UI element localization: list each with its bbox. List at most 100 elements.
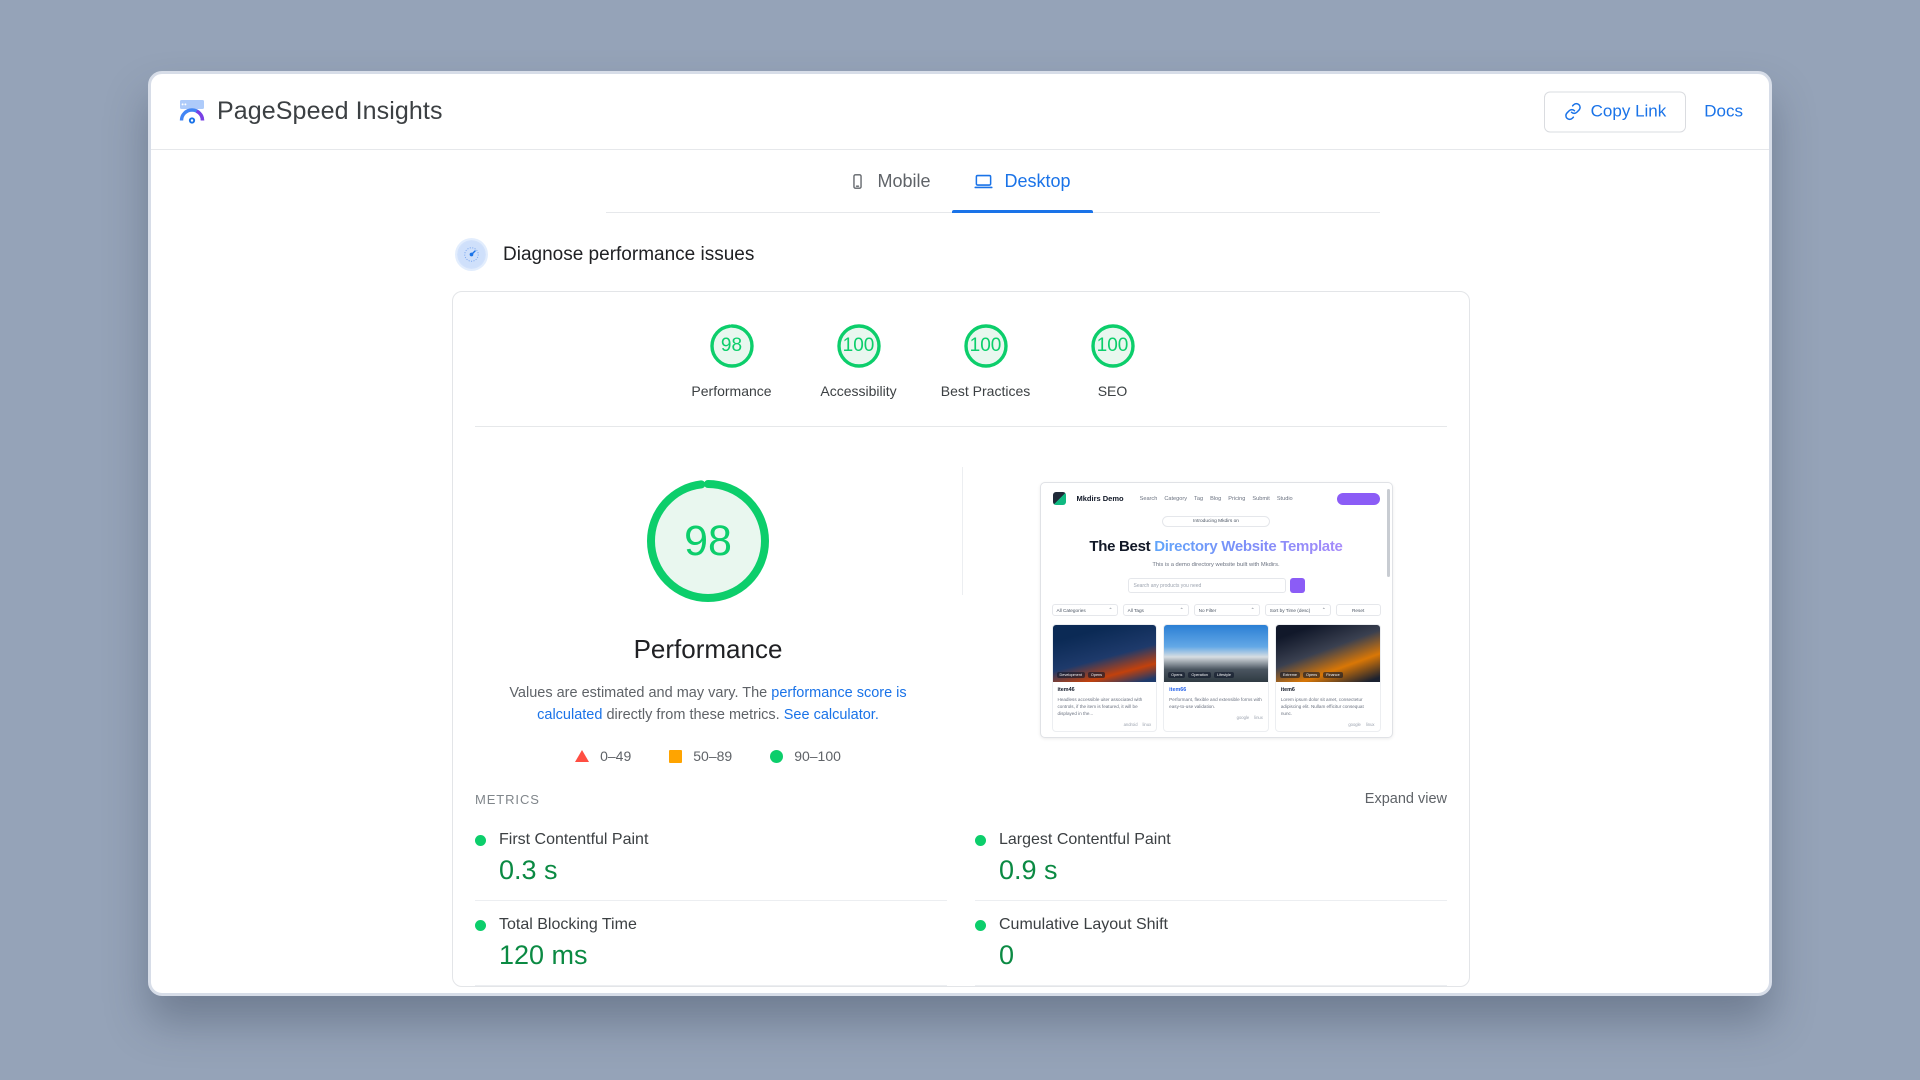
site-card-meta-item: google xyxy=(1236,715,1250,720)
performance-score-value: 98 xyxy=(684,516,732,565)
score-description: Values are estimated and may vary. The p… xyxy=(493,682,923,726)
main-score-column: 98 Performance Values are estimated and … xyxy=(453,473,963,764)
category-score-performance[interactable]: 98 Performance xyxy=(668,322,795,399)
site-nav-link: Tag xyxy=(1194,495,1204,502)
chevron-down-icon: ⌃ xyxy=(1108,607,1113,612)
gauge-label: Performance xyxy=(691,383,772,399)
status-dot-icon xyxy=(975,834,986,846)
copy-link-button[interactable]: Copy Link xyxy=(1543,91,1687,132)
chevron-down-icon: ⌃ xyxy=(1179,607,1184,612)
metrics-title: METRICS xyxy=(475,791,540,807)
site-brand: Mkdirs Demo xyxy=(1076,494,1124,503)
gauge-value: 100 xyxy=(969,335,1002,356)
status-dot-icon xyxy=(475,919,486,931)
site-card-chip: Extreme xyxy=(1279,672,1300,678)
performance-score-label: Performance xyxy=(633,634,783,664)
tab-desktop[interactable]: Desktop xyxy=(952,150,1093,213)
metric-value: 0 xyxy=(999,940,1015,970)
tab-desktop-label: Desktop xyxy=(1004,171,1071,191)
gauge-ring: 98 xyxy=(708,322,756,370)
gauge-label: Best Practices xyxy=(940,383,1031,399)
metric-name: Largest Contentful Paint xyxy=(999,831,1171,848)
site-card-title: item46 xyxy=(1057,687,1075,693)
category-scores-row: 98 Performance 100 Accessibility 100 Bes… xyxy=(453,292,1469,399)
site-reset-button: Reset xyxy=(1335,604,1381,616)
site-reset-label: Reset xyxy=(1352,607,1365,613)
site-card-meta: google linux xyxy=(1169,715,1263,720)
copy-link-label: Copy Link xyxy=(1590,101,1667,121)
metric-value: 120 ms xyxy=(499,940,588,970)
site-card-desc: Headless accessible uiter associated wit… xyxy=(1057,697,1143,716)
site-filter-label: All Tags xyxy=(1127,607,1144,613)
site-card-body: item66 Performant, flexible and extensib… xyxy=(1164,682,1268,724)
legend-item-poor: 0–49 xyxy=(575,748,631,764)
site-card-chip: Operation xyxy=(1188,672,1212,678)
site-card-image: Extreme Opens Finance xyxy=(1275,625,1380,682)
site-card-chips: Opens Operation Lifestyle xyxy=(1168,672,1234,678)
chevron-down-icon: ⌃ xyxy=(1321,607,1326,612)
header-actions: Copy Link Docs xyxy=(1543,91,1743,132)
gauge-value: 100 xyxy=(842,335,875,356)
site-filter: Sort by Time (desc) ⌃ xyxy=(1264,604,1331,616)
gauge-label: SEO xyxy=(1097,383,1128,399)
metric-cumulative-layout-shift[interactable]: Cumulative Layout Shift 0 xyxy=(975,901,1447,986)
site-card-meta-item: android xyxy=(1123,722,1138,727)
site-subheading: This is a demo directory website built w… xyxy=(1152,562,1280,568)
site-card-meta-item: google xyxy=(1348,722,1361,727)
score-desc-part1: Values are estimated and may vary. The xyxy=(509,685,772,701)
app-header: PageSpeed Insights Copy Link Docs xyxy=(151,74,1769,150)
gauge-value: 98 xyxy=(720,335,743,356)
site-card-chip: Opens xyxy=(1087,672,1106,678)
category-score-accessibility[interactable]: 100 Accessibility xyxy=(795,322,922,399)
legend-item-good: 90–100 xyxy=(770,748,841,764)
site-nav-link: Search xyxy=(1139,495,1158,502)
metric-first-contentful-paint[interactable]: First Contentful Paint 0.3 s xyxy=(475,816,947,901)
site-screenshot-thumbnail[interactable]: Mkdirs Demo Search Category Tag Blog Pri… xyxy=(1039,482,1393,738)
metric-name: Cumulative Layout Shift xyxy=(999,916,1168,933)
category-score-seo[interactable]: 100 SEO xyxy=(1049,322,1176,399)
site-logo-icon xyxy=(1052,492,1066,505)
gauge-ring: 100 xyxy=(835,322,883,370)
site-filter: No Filter ⌃ xyxy=(1193,604,1260,616)
site-card-chips: Development Opens xyxy=(1056,672,1106,678)
metric-largest-contentful-paint[interactable]: Largest Contentful Paint 0.9 s xyxy=(975,816,1447,901)
docs-link[interactable]: Docs xyxy=(1704,102,1743,122)
site-card: Development Opens item46 Headless access… xyxy=(1051,624,1158,732)
site-filter-label: Sort by Time (desc) xyxy=(1269,607,1311,613)
legend-range: 50–89 xyxy=(693,748,733,764)
tab-mobile[interactable]: Mobile xyxy=(827,150,952,213)
site-filter-row: All Categories ⌃ All Tags ⌃ No Filter ⌃ Sor… xyxy=(1051,604,1381,616)
site-heading-bold: The Best xyxy=(1089,538,1151,555)
site-nav-links: Search Category Tag Blog Pricing Submit … xyxy=(1140,496,1293,502)
site-search-input: Search any products you need xyxy=(1127,578,1286,593)
site-badge-text: Introducing Mkdirs on xyxy=(1193,519,1239,524)
site-cta-button xyxy=(1336,492,1380,505)
site-heading: The Best Directory Website Template xyxy=(1041,538,1392,555)
site-screenshot-column: Mkdirs Demo Search Category Tag Blog Pri… xyxy=(963,473,1469,764)
device-tabs: Mobile Desktop xyxy=(151,150,1769,213)
site-nav-link: Blog xyxy=(1210,495,1222,502)
brand: PageSpeed Insights xyxy=(178,97,443,126)
performance-gauge: 98 xyxy=(640,473,776,609)
site-card-meta: google linux xyxy=(1281,722,1374,727)
site-filter: All Categories ⌃ xyxy=(1051,604,1118,616)
gauge-value: 100 xyxy=(1096,335,1129,356)
legend-item-average: 50–89 xyxy=(669,748,732,764)
gauge-label: Accessibility xyxy=(820,383,897,399)
category-score-best-practices[interactable]: 100 Best Practices xyxy=(922,322,1049,399)
diagnose-header: Diagnose performance issues xyxy=(457,240,1769,269)
diagnose-title: Diagnose performance issues xyxy=(503,243,755,265)
site-card-meta-item: linux xyxy=(1254,715,1263,720)
site-nav-link: Studio xyxy=(1276,495,1293,502)
site-card: Opens Operation Lifestyle item66 Perform… xyxy=(1163,624,1269,732)
expand-view-button[interactable]: Expand view xyxy=(1365,791,1447,807)
legend-range: 90–100 xyxy=(794,748,841,764)
site-card-title: item66 xyxy=(1169,687,1187,693)
speedometer-glyph xyxy=(464,247,479,262)
see-calculator-link[interactable]: See calculator. xyxy=(784,707,879,723)
site-card-body: item46 Headless accessible uiter associa… xyxy=(1053,682,1157,731)
site-card-desc: Performant, flexible and extensible form… xyxy=(1169,697,1262,709)
metric-total-blocking-time[interactable]: Total Blocking Time 120 ms xyxy=(475,901,947,986)
site-card-body: item6 Lorem ipsum dolor sit amet, consec… xyxy=(1276,682,1380,731)
tab-mobile-label: Mobile xyxy=(877,171,931,191)
